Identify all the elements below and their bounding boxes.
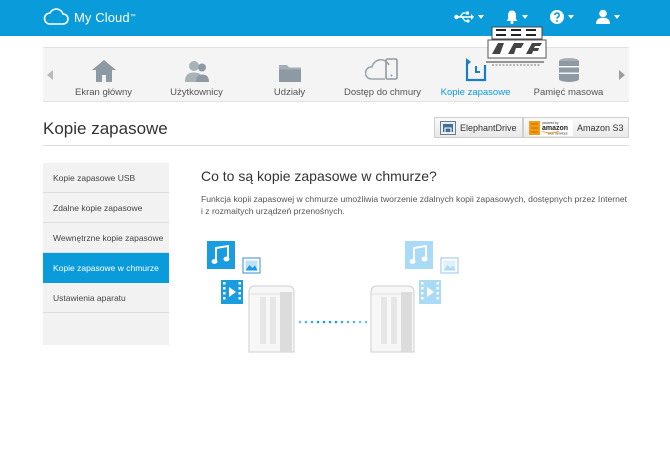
folder-icon: [278, 65, 301, 82]
sidebar-item-label: Kopie zapasowe USB: [53, 172, 136, 183]
nas-device-left: [248, 285, 295, 353]
amazon-s3-button[interactable]: powered by amazon web services Amazon S3: [523, 117, 629, 138]
page-title: Kopie zapasowe: [43, 119, 168, 138]
elephantdrive-logo-icon: [440, 120, 456, 135]
sidebar-item-label: Wewnętrzne kopie zapasowe: [53, 232, 164, 243]
help-icon: [550, 9, 564, 24]
top-bar: My Cloud ™: [0, 0, 670, 36]
user-menu[interactable]: [596, 9, 620, 24]
nav-label: Udziały: [273, 87, 306, 98]
nav-item-cloud-access[interactable]: Dostęp do chmury: [336, 48, 429, 101]
nav-icon-wrap: [183, 51, 211, 83]
user-icon: [596, 9, 610, 24]
elephantdrive-button[interactable]: ElephantDrive: [434, 117, 523, 138]
amazon-s3-label: Amazon S3: [577, 122, 624, 133]
notifications-menu[interactable]: [506, 9, 528, 24]
nav-scroll-right[interactable]: [615, 48, 629, 101]
usb-menu[interactable]: [454, 11, 484, 23]
chevron-down-icon: [568, 14, 574, 19]
nav-icon-wrap: [364, 51, 401, 83]
top-icons: [432, 9, 620, 24]
nav-label: Kopie zapasowe: [440, 87, 511, 98]
connection-dots: [298, 320, 368, 324]
sidebar-item-label: Zdalne kopie zapasowe: [53, 202, 143, 213]
nav-item-home[interactable]: Ekran główny: [57, 48, 150, 101]
video-icon: [221, 280, 243, 304]
cloud-logo-icon: [43, 8, 69, 25]
sidebar-item-remote-backups[interactable]: Zdalne kopie zapasowe: [43, 193, 169, 223]
music-icon: [207, 241, 235, 269]
title-divider: [43, 145, 629, 146]
elephantdrive-label: ElephantDrive: [460, 122, 517, 133]
watermark-logo: [486, 26, 547, 66]
content-description: Funkcja kopii zapasowej w chmurze umożli…: [201, 194, 628, 216]
sidebar-item-internal-backups[interactable]: Wewnętrzne kopie zapasowe: [43, 223, 169, 253]
nas-device-right: [370, 285, 415, 353]
app-trademark: ™: [129, 14, 136, 20]
chevron-down-icon: [478, 14, 484, 19]
chevron-down-icon: [614, 14, 620, 19]
video-icon: [419, 280, 441, 304]
sidebar: Kopie zapasowe USB Zdalne kopie zapasowe…: [43, 163, 169, 345]
nav-label: Dostęp do chmury: [343, 87, 422, 98]
chevron-down-icon: [522, 14, 528, 19]
nav-icon-wrap: [557, 51, 581, 83]
amazon-web-services-logo-icon: powered by amazon web services: [529, 119, 573, 136]
nav-scroll-left[interactable]: [43, 48, 57, 101]
nav-icon-wrap: [91, 51, 117, 83]
nav-item-users[interactable]: Użytkownicy: [150, 48, 243, 101]
sidebar-item-cloud-backups[interactable]: Kopie zapasowe w chmurze: [43, 253, 169, 283]
picture-icon: [440, 257, 459, 274]
music-icon: [405, 241, 433, 269]
amazon-logo-sub: web services: [548, 131, 568, 135]
bell-icon: [506, 10, 518, 24]
sidebar-item-label: Ustawienia aparatu: [53, 292, 126, 303]
users-icon: [184, 61, 209, 82]
sidebar-item-usb-backups[interactable]: Kopie zapasowe USB: [43, 163, 169, 193]
nav-item-shares[interactable]: Udziały: [243, 48, 336, 101]
cloud-backup-illustration: [207, 241, 459, 353]
app-logo[interactable]: My Cloud ™: [43, 8, 136, 26]
picture-icon: [242, 257, 261, 274]
chevron-left-icon: [47, 69, 53, 80]
cloud-device-icon: [364, 58, 398, 80]
nav-label: Pamięć masowa: [533, 87, 604, 98]
nav-label: Ekran główny: [74, 87, 133, 98]
nav-label: Użytkownicy: [170, 87, 223, 98]
help-menu[interactable]: [550, 9, 574, 24]
sidebar-item-label: Kopie zapasowe w chmurze: [53, 262, 159, 273]
usb-icon: [454, 11, 474, 23]
app-title: My Cloud: [74, 9, 130, 25]
sidebar-item-camera-settings[interactable]: Ustawienia aparatu: [43, 283, 169, 313]
home-icon: [91, 60, 116, 82]
chevron-right-icon: [619, 69, 625, 80]
content-heading: Co to są kopie zapasowe w chmurze?: [201, 168, 437, 184]
storage-icon: [558, 58, 579, 82]
nav-icon-wrap: [278, 51, 302, 83]
